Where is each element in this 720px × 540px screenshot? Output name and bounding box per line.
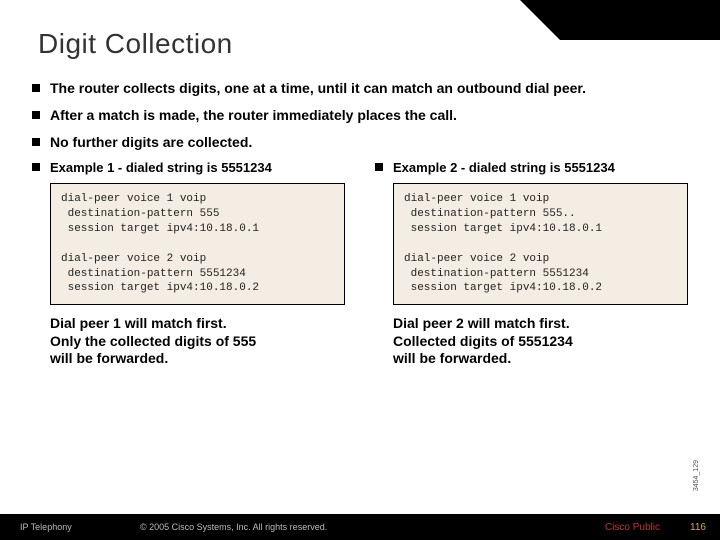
footer-public: Cisco Public xyxy=(605,522,660,533)
corner-decoration xyxy=(560,0,720,40)
content-area: The router collects digits, one at a tim… xyxy=(32,80,688,368)
bullet-item: The router collects digits, one at a tim… xyxy=(32,80,688,97)
example-2: Example 2 - dialed string is 5551234 dia… xyxy=(375,160,688,367)
example-note: Dial peer 1 will match first. Only the c… xyxy=(50,315,345,368)
bullet-square-icon xyxy=(32,163,40,171)
slide: Digit Collection The router collects dig… xyxy=(0,0,720,540)
bullet-item: After a match is made, the router immedi… xyxy=(32,107,688,124)
bullet-square-icon xyxy=(32,84,40,92)
slide-title: Digit Collection xyxy=(38,28,233,60)
example-heading: Example 2 - dialed string is 5551234 xyxy=(375,160,688,175)
footer-copyright: © 2005 Cisco Systems, Inc. All rights re… xyxy=(140,522,327,532)
bullet-item: No further digits are collected. xyxy=(32,134,688,151)
footer-left: IP Telephony xyxy=(20,522,72,532)
examples-row: Example 1 - dialed string is 5551234 dia… xyxy=(32,160,688,367)
bullet-text: The router collects digits, one at a tim… xyxy=(50,80,586,97)
code-box: dial-peer voice 1 voip destination-patte… xyxy=(393,183,688,305)
bullet-square-icon xyxy=(375,163,383,171)
bullet-square-icon xyxy=(32,111,40,119)
bullet-text: No further digits are collected. xyxy=(50,134,252,151)
footer: IP Telephony © 2005 Cisco Systems, Inc. … xyxy=(0,514,720,540)
bullet-square-icon xyxy=(32,138,40,146)
example-heading-text: Example 2 - dialed string is 5551234 xyxy=(393,160,615,175)
example-heading-text: Example 1 - dialed string is 5551234 xyxy=(50,160,272,175)
footer-page-number: 116 xyxy=(690,522,706,533)
example-1: Example 1 - dialed string is 5551234 dia… xyxy=(32,160,345,367)
code-box: dial-peer voice 1 voip destination-patte… xyxy=(50,183,345,305)
bullet-text: After a match is made, the router immedi… xyxy=(50,107,457,124)
side-label: 3454_129 xyxy=(693,460,700,491)
example-note: Dial peer 2 will match first. Collected … xyxy=(393,315,688,368)
example-heading: Example 1 - dialed string is 5551234 xyxy=(32,160,345,175)
